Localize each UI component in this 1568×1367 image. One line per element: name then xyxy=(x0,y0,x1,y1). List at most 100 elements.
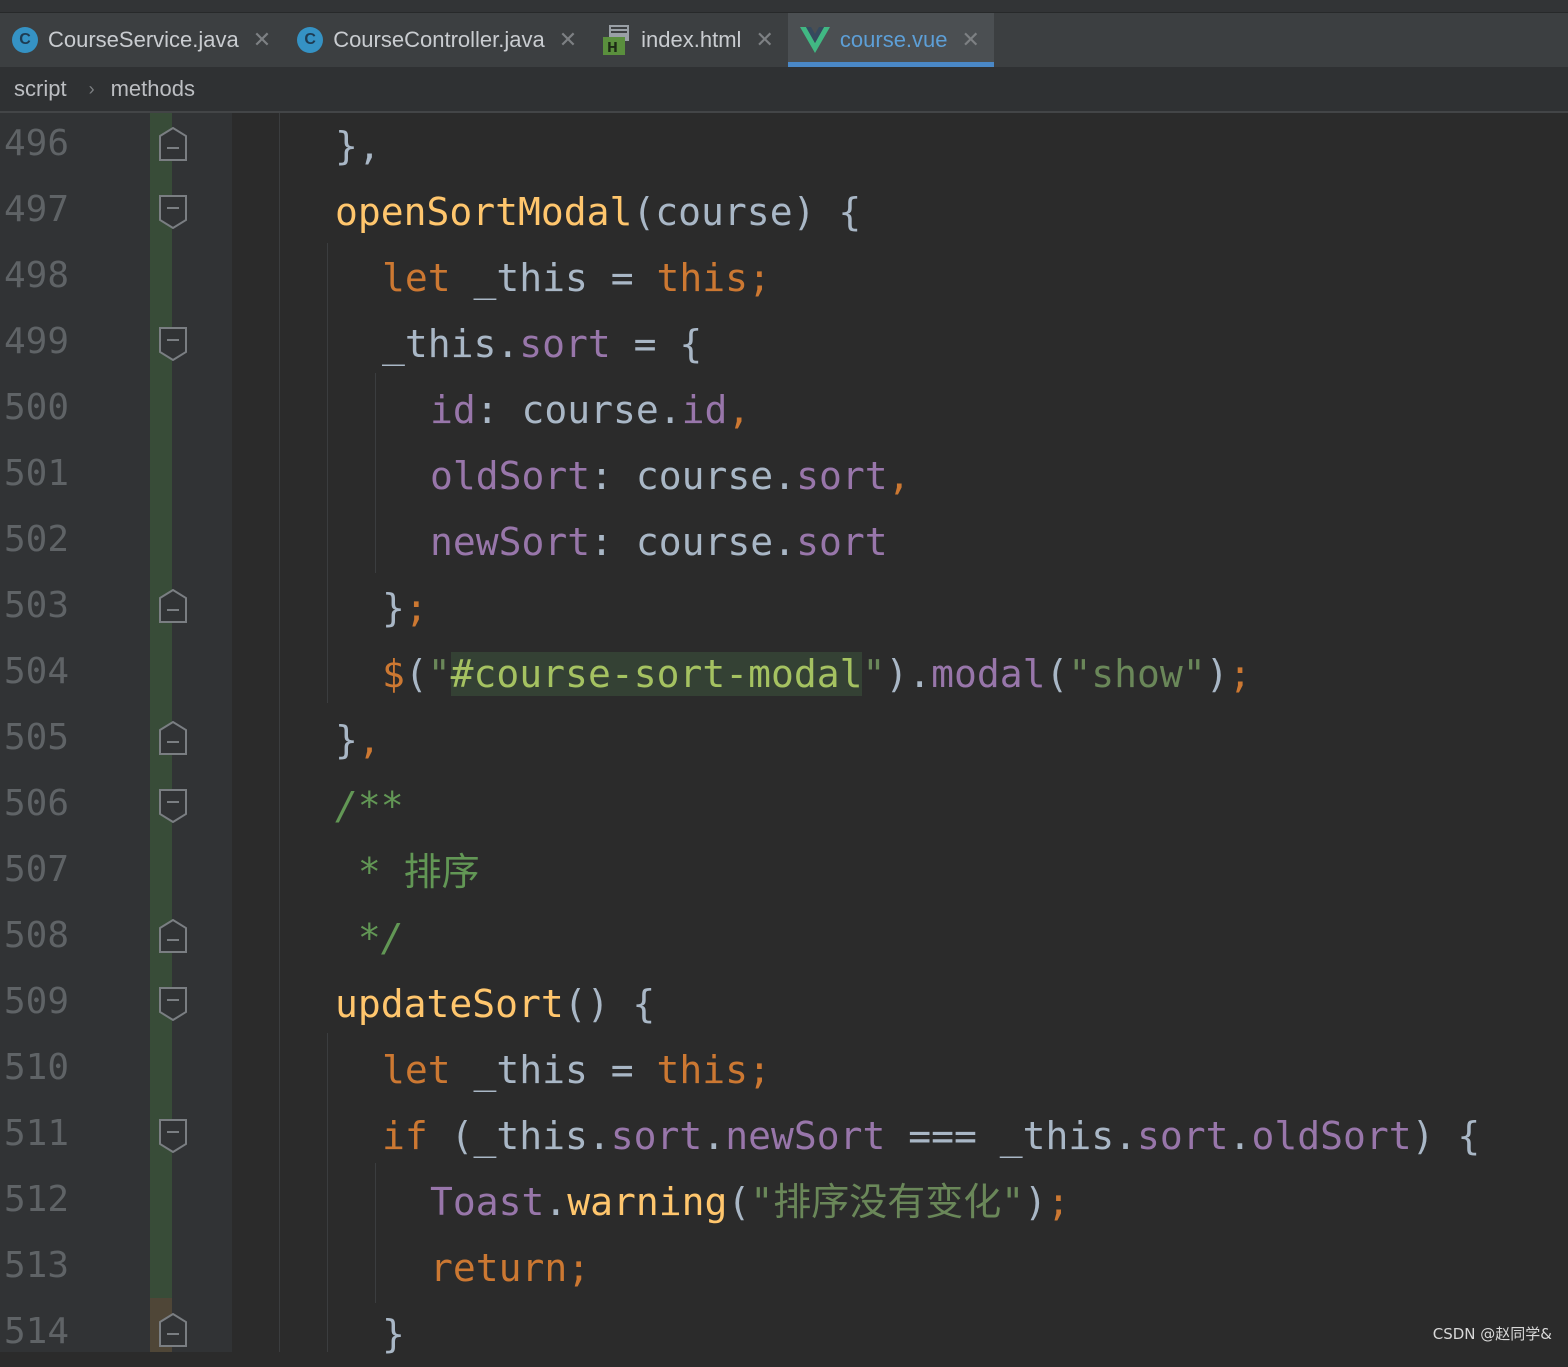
fold-end-icon[interactable] xyxy=(159,919,187,953)
line-number: 514 xyxy=(4,1311,70,1352)
code-line-507: * 排序 xyxy=(335,839,480,905)
token: ( xyxy=(727,1180,751,1224)
code-line-504: $("#course-sort-modal").modal("show"); xyxy=(382,641,1251,707)
line-number: 509 xyxy=(4,981,70,1022)
indent-guide xyxy=(327,1033,328,1352)
token: } xyxy=(382,586,405,630)
editor-tab-bar: C CourseService.java ✕ C CourseControlle… xyxy=(0,13,1568,67)
indent-guide xyxy=(375,1163,376,1303)
token: ) xyxy=(1024,1180,1047,1224)
token: = { xyxy=(610,322,703,366)
fold-end-icon[interactable] xyxy=(159,127,187,161)
token: _this. xyxy=(382,322,520,366)
property: oldSort xyxy=(1251,1114,1412,1158)
token: }, xyxy=(335,124,381,168)
close-icon[interactable]: ✕ xyxy=(962,27,980,53)
svg-text:H: H xyxy=(607,41,618,55)
tab-index-html[interactable]: H index.html ✕ xyxy=(591,13,788,67)
tab-label: CourseService.java xyxy=(48,27,239,52)
path-bar xyxy=(0,0,1568,13)
code-line-499: _this.sort = { xyxy=(382,311,702,377)
line-number: 507 xyxy=(4,849,70,890)
indent-guide xyxy=(327,243,328,703)
fold-start-icon[interactable] xyxy=(159,327,187,361)
code-line-510: let _this = this; xyxy=(382,1037,771,1103)
string: " xyxy=(862,652,886,696)
tab-courseservice-java[interactable]: C CourseService.java ✕ xyxy=(0,13,285,67)
breadcrumb: script › methods xyxy=(0,67,1568,113)
fold-start-icon[interactable] xyxy=(159,1119,187,1153)
method-call: warning xyxy=(567,1180,728,1224)
token: (course) { xyxy=(632,190,862,234)
property: sort xyxy=(610,1114,703,1158)
tab-course-vue[interactable]: course.vue ✕ xyxy=(787,13,995,67)
highlighted-selector: #course-sort-modal xyxy=(450,652,863,696)
line-number: 496 xyxy=(4,123,70,164)
chevron-right-icon: › xyxy=(88,78,95,99)
line-number: 497 xyxy=(4,189,70,230)
close-icon[interactable]: ✕ xyxy=(253,27,271,53)
token: ). xyxy=(885,652,932,696)
breadcrumb-item-methods[interactable]: methods xyxy=(111,76,195,102)
line-number: 502 xyxy=(4,519,70,560)
line-number: 511 xyxy=(4,1113,70,1154)
line-number: 504 xyxy=(4,651,70,692)
property: sort xyxy=(519,322,611,366)
punctuation: , xyxy=(727,388,751,432)
code-line-500: id: course.id, xyxy=(430,377,750,443)
line-number: 506 xyxy=(4,783,70,824)
property: newSort xyxy=(430,520,591,564)
line-number: 500 xyxy=(4,387,70,428)
method-name: openSortModal xyxy=(335,190,633,234)
fold-start-icon[interactable] xyxy=(159,789,187,823)
breadcrumb-item-script[interactable]: script xyxy=(14,76,67,102)
fold-start-icon[interactable] xyxy=(159,987,187,1021)
comment: * xyxy=(335,850,404,894)
property: sort xyxy=(1137,1114,1229,1158)
token: ) xyxy=(1205,652,1229,696)
method-call: modal xyxy=(931,652,1046,696)
property: sort xyxy=(796,454,888,498)
keyword: let xyxy=(382,256,451,300)
fold-end-icon[interactable] xyxy=(159,1313,187,1347)
method-name: updateSort xyxy=(335,982,564,1026)
line-number: 505 xyxy=(4,717,70,758)
line-number: 512 xyxy=(4,1179,70,1220)
token: _this = xyxy=(450,1048,657,1092)
comment: 排序 xyxy=(403,850,480,894)
token: . xyxy=(544,1180,568,1224)
token: } xyxy=(335,718,358,762)
code-editor[interactable]: }, openSortModal(course) { let _this = t… xyxy=(232,113,1568,1356)
fold-end-icon[interactable] xyxy=(159,721,187,755)
line-number: 508 xyxy=(4,915,70,956)
punctuation: ; xyxy=(1046,1180,1070,1224)
line-number: 513 xyxy=(4,1245,70,1286)
keyword: this; xyxy=(656,256,771,300)
code-line-505: }, xyxy=(335,707,381,773)
token: ( xyxy=(1045,652,1069,696)
comment: /** xyxy=(335,784,404,828)
code-line-513: return; xyxy=(430,1235,590,1301)
punctuation: ; xyxy=(404,586,428,630)
string: " xyxy=(427,652,451,696)
keyword: $ xyxy=(382,652,405,696)
fold-end-icon[interactable] xyxy=(159,589,187,623)
token: === _this. xyxy=(885,1114,1138,1158)
code-line-512: Toast.warning("排序没有变化"); xyxy=(430,1169,1070,1235)
watermark: CSDN @赵同学& xyxy=(1432,1325,1552,1343)
close-icon[interactable]: ✕ xyxy=(559,27,577,53)
fold-start-icon[interactable] xyxy=(159,195,187,229)
code-line-506: /** xyxy=(335,773,404,839)
line-number: 499 xyxy=(4,321,70,362)
punctuation: ; xyxy=(1228,652,1252,696)
keyword: return; xyxy=(430,1246,591,1290)
property: sort xyxy=(796,520,888,564)
code-line-496: }, xyxy=(335,113,381,179)
code-line-497: openSortModal(course) { xyxy=(335,179,861,245)
code-line-514: } xyxy=(382,1301,405,1367)
line-number: 501 xyxy=(4,453,70,494)
line-number: 503 xyxy=(4,585,70,626)
close-icon[interactable]: ✕ xyxy=(755,27,773,53)
token: () { xyxy=(563,982,656,1026)
tab-coursecontroller-java[interactable]: C CourseController.java ✕ xyxy=(285,13,591,67)
